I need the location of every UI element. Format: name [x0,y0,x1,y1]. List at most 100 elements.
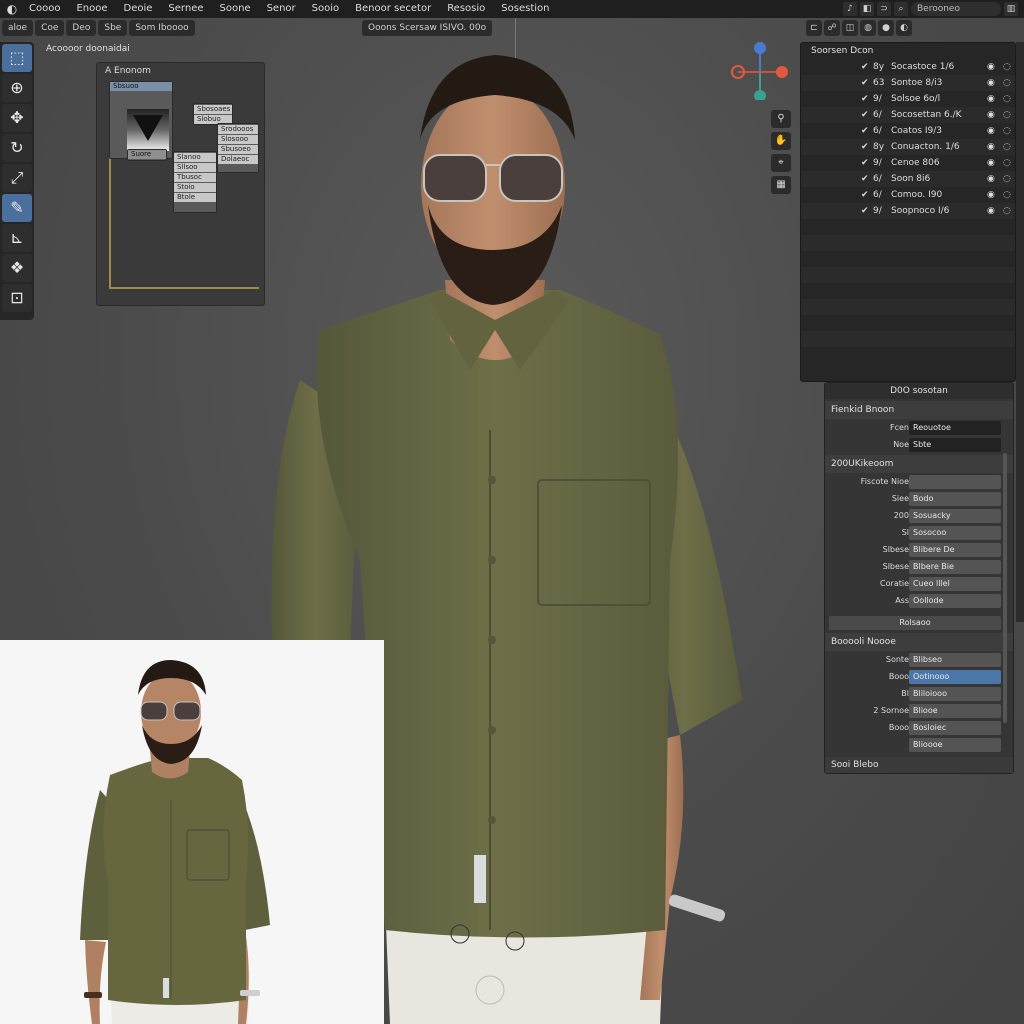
check-icon[interactable]: ✔ [861,139,869,155]
check-icon[interactable]: ✔ [861,59,869,75]
eye-icon[interactable]: ◉ [987,91,995,107]
section-header-3[interactable]: Booooli Noooe [825,633,1013,651]
render-toggle-icon[interactable]: ◌ [1003,171,1011,187]
property-field[interactable]: Cueo lllel [909,577,1001,591]
material-icon[interactable]: ◐ [896,20,912,36]
gizmo-icon[interactable]: ☍ [824,20,840,36]
render-toggle-icon[interactable]: ◌ [1003,123,1011,139]
property-field-selected[interactable]: Ootinooo [909,670,1001,684]
outliner-row[interactable]: ✔ 8y Socastoce 1/6 ◉ ◌ [801,59,1015,75]
mode-chip-3[interactable]: Sbe [98,20,128,36]
property-field[interactable]: Bliloiooo [909,687,1001,701]
outliner-row[interactable]: ✔ 9/Soopnoco I/6 ◉ ◌ [801,203,1015,219]
outliner-row[interactable]: ✔ 8y Conuacton. 1/6 ◉ ◌ [801,139,1015,155]
render-icon[interactable]: ♪ [843,2,857,16]
outliner-row[interactable]: ✔ 9/Solsoe 6o/l ◉ ◌ [801,91,1015,107]
viewport-shading-dropdown[interactable]: Ooons Scersaw ISIVO. 00o [362,20,493,36]
eye-icon[interactable]: ◉ [987,171,995,187]
check-icon[interactable]: ✔ [861,75,869,91]
section-header-1[interactable]: Fienkid Bnoon [825,401,1013,419]
solid-icon[interactable]: ● [878,20,894,36]
trash-icon[interactable]: ▥ [1004,2,1018,16]
render-toggle-icon[interactable]: ◌ [1003,75,1011,91]
check-icon[interactable]: ✔ [861,203,869,219]
render-toggle-icon[interactable]: ◌ [1003,91,1011,107]
property-field[interactable]: Blioooe [909,738,1001,752]
search-icon[interactable]: ⌕ [894,2,908,16]
render-toggle-icon[interactable]: ◌ [1003,187,1011,203]
mode-chip-0[interactable]: aloe [2,20,34,36]
property-field[interactable]: Blibseo [909,653,1001,667]
grid-view-icon[interactable]: ▦ [771,176,791,194]
wide-button[interactable]: Rolsaoo [829,616,1001,630]
check-icon[interactable]: ✔ [861,171,869,187]
zoom-icon[interactable]: ⚲ [771,110,791,128]
property-field[interactable]: Bodo [909,492,1001,506]
properties-footer[interactable]: Sooi Blebo [825,757,1013,773]
eye-icon[interactable]: ◉ [987,107,995,123]
property-field[interactable]: Bliooe [909,704,1001,718]
eye-icon[interactable]: ◉ [987,203,995,219]
small-node-b[interactable]: Srodooos Slosooo Sbusoeo Dolaeoc [217,123,259,173]
scale-icon[interactable]: ⤢ [2,164,32,192]
vertical-scrollbar[interactable] [1003,453,1007,723]
link-icon[interactable]: ⊃ [877,2,891,16]
add-cube-icon[interactable]: ❖ [2,254,32,282]
navigation-gizmo[interactable] [730,40,790,102]
property-field[interactable]: Sosocoo [909,526,1001,540]
search-field[interactable]: Berooneo [911,2,1001,16]
cursor-icon[interactable]: ⊕ [2,74,32,102]
overlay-icon[interactable]: ⊏ [806,20,822,36]
property-field[interactable]: Oollode [909,594,1001,608]
menu-item-8[interactable]: Resosio [440,0,492,18]
outliner-row[interactable]: ✔ 6/Coatos I9/3 ◉ ◌ [801,123,1015,139]
check-icon[interactable]: ✔ [861,123,869,139]
outliner-row[interactable]: ✔ 9/Cenoe 806 ◉ ◌ [801,155,1015,171]
move-icon[interactable]: ✥ [2,104,32,132]
menu-item-7[interactable]: Benoor secetor [348,0,438,18]
render-toggle-icon[interactable]: ◌ [1003,139,1011,155]
eye-icon[interactable]: ◉ [987,75,995,91]
camera-view-icon[interactable]: ⌖ [771,154,791,172]
camera-icon[interactable]: ◧ [860,2,874,16]
menu-item-4[interactable]: Soone [213,0,258,18]
property-field[interactable]: Sosuacky [909,509,1001,523]
app-logo-icon[interactable]: ◐ [4,2,20,16]
render-toggle-icon[interactable]: ◌ [1003,59,1011,75]
outliner-row[interactable]: ✔ 6/Soon 8i6 ◉ ◌ [801,171,1015,187]
annotate-icon[interactable]: ✎ [2,194,32,222]
xray-icon[interactable]: ◫ [842,20,858,36]
eye-icon[interactable]: ◉ [987,139,995,155]
render-toggle-icon[interactable]: ◌ [1003,203,1011,219]
mode-chip-1[interactable]: Coe [35,20,65,36]
menu-item-0[interactable]: Coooo [22,0,67,18]
render-toggle-icon[interactable]: ◌ [1003,107,1011,123]
menu-item-3[interactable]: Sernee [161,0,210,18]
render-toggle-icon[interactable]: ◌ [1003,155,1011,171]
select-box-icon[interactable]: ⬚ [2,44,32,72]
transform-icon[interactable]: ⊡ [2,284,32,312]
outliner-row[interactable]: ✔ 6/Comoo. I90 ◉ ◌ [801,187,1015,203]
right-edge-tabs[interactable] [1016,42,1024,622]
menu-item-5[interactable]: Senor [260,0,303,18]
measure-icon[interactable]: ⊾ [2,224,32,252]
menu-item-2[interactable]: Deoie [117,0,160,18]
property-field[interactable]: Blibere De [909,543,1001,557]
eye-icon[interactable]: ◉ [987,59,995,75]
property-field[interactable]: Blbere Bie [909,560,1001,574]
property-field[interactable] [909,475,1001,489]
menu-item-1[interactable]: Enooe [69,0,114,18]
menu-item-9[interactable]: Sosestion [494,0,556,18]
property-field[interactable]: Bosloiec [909,721,1001,735]
menu-item-6[interactable]: Sooio [305,0,346,18]
pan-hand-icon[interactable]: ✋ [771,132,791,150]
property-dropdown[interactable]: Sbte [909,438,1001,452]
wireframe-icon[interactable]: ◍ [860,20,876,36]
check-icon[interactable]: ✔ [861,187,869,203]
mode-chip-4[interactable]: Som Iboooo [129,20,195,36]
mid-node[interactable]: Suore [127,149,167,161]
property-dropdown[interactable]: Reouotoe [909,421,1001,435]
section-header-2[interactable]: 200UKikeoom [825,455,1013,473]
outliner-row[interactable]: ✔ 6/Socosettan 6./K ◉ ◌ [801,107,1015,123]
check-icon[interactable]: ✔ [861,107,869,123]
